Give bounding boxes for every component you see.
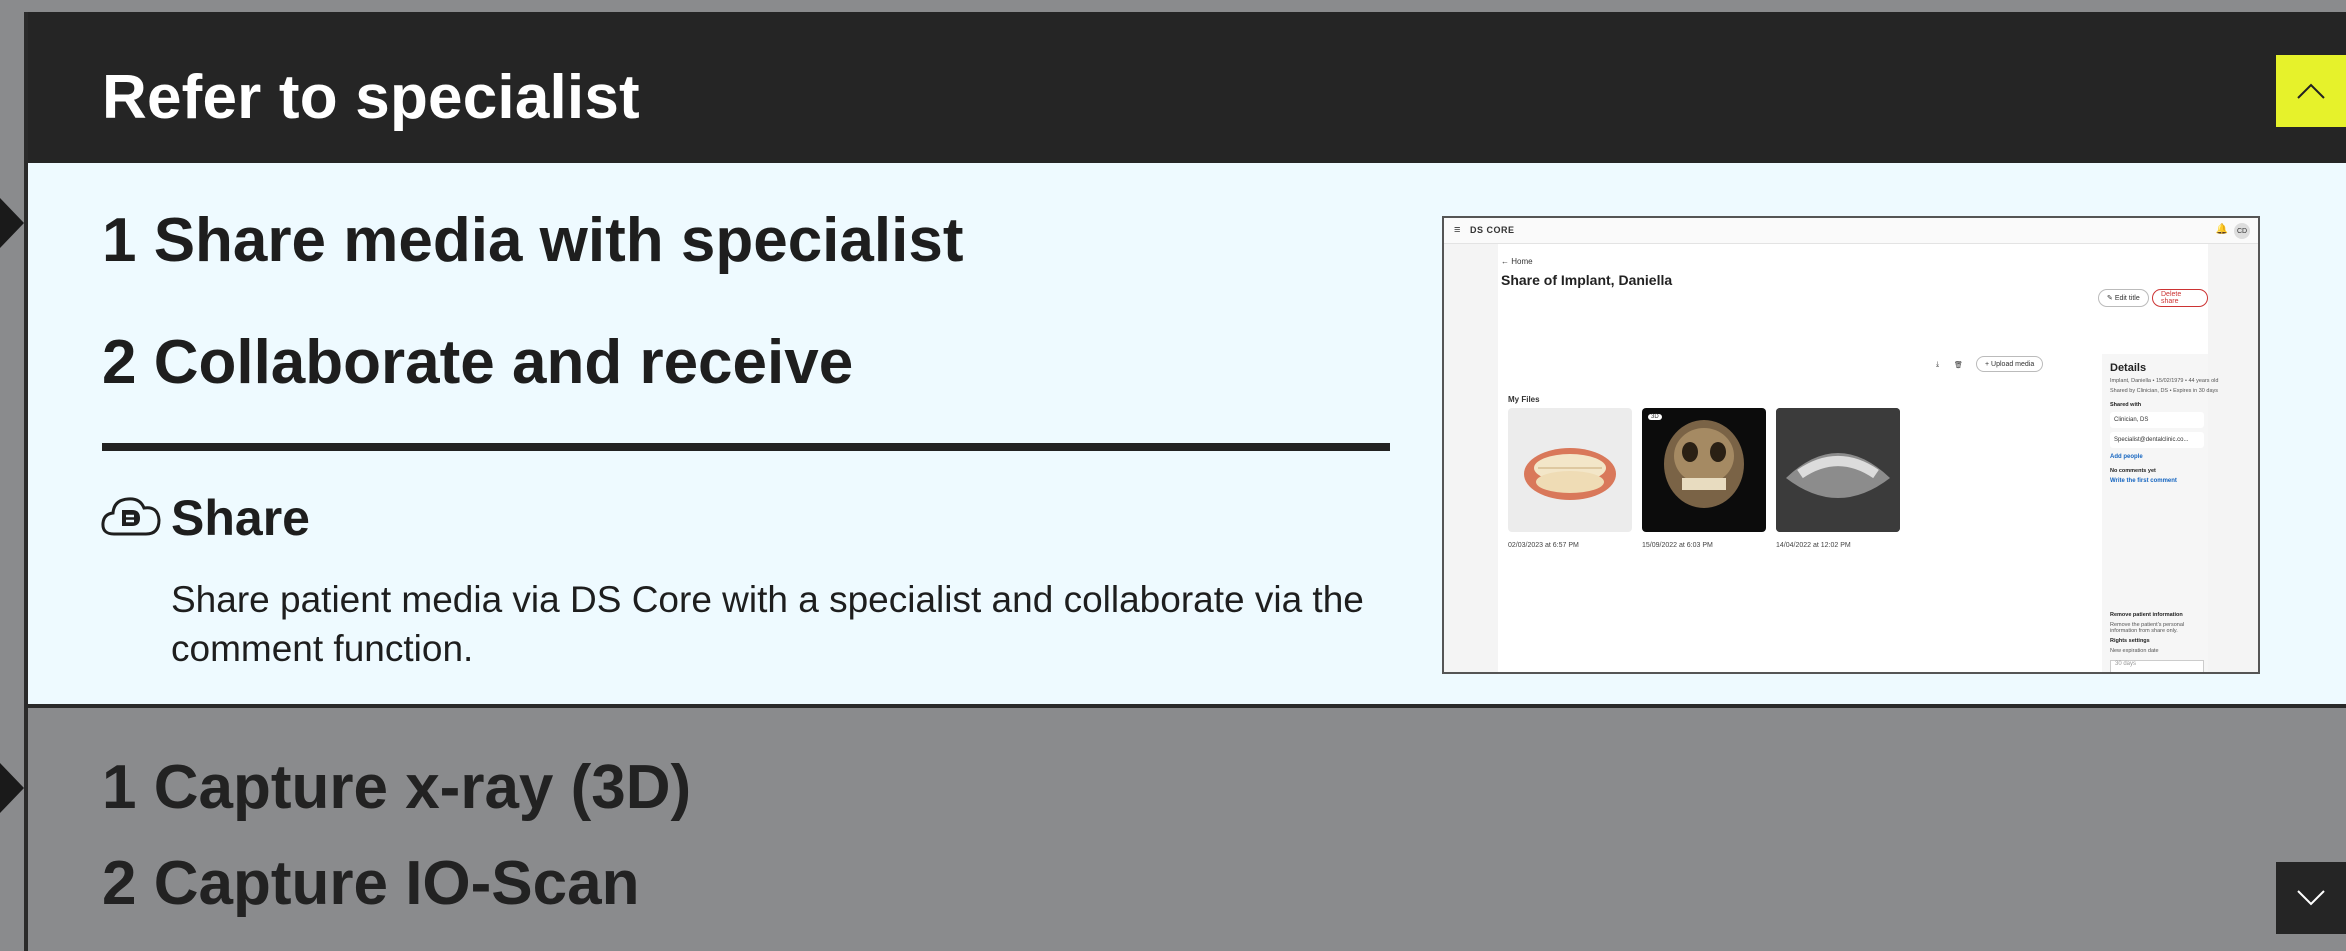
my-files-label: My Files <box>1508 395 1540 404</box>
remove-info-desc: Remove the patient's personal informatio… <box>2110 622 2185 634</box>
skull-3d-image <box>1664 420 1744 508</box>
patient-line: Implant, Daniella • 15/02/1979 • 44 year… <box>2110 378 2219 384</box>
details-sidebar: Details Implant, Daniella • 15/02/1979 •… <box>2102 354 2218 672</box>
upload-media-button: + Upload media <box>1976 356 2044 372</box>
date-3: 14/04/2022 at 12:02 PM <box>1776 542 1851 549</box>
active-step-marker <box>0 198 24 248</box>
preview-title: Share of Implant, Daniella <box>1501 272 1673 288</box>
date-1: 02/03/2023 at 6:57 PM <box>1508 542 1579 549</box>
step-capture-xray[interactable]: 1 Capture x-ray (3D) <box>102 752 691 823</box>
person-chip-2: Specialist@dentalclinic.co... <box>2110 432 2204 448</box>
avatar: CD <box>2234 223 2250 239</box>
thumb-ioscan <box>1508 408 1632 532</box>
back-label: Home <box>1511 257 1533 266</box>
expiration-label: New expiration date <box>2110 648 2159 654</box>
stage: Refer to specialist 1 Share media with s… <box>0 0 2346 951</box>
panoramic-xray-image <box>1776 408 1900 532</box>
preview-topbar: ≡ DS CORE 🔔 CD <box>1444 218 2258 244</box>
edit-title-label: Edit title <box>2114 294 2140 302</box>
shared-with-label: Shared with <box>2110 402 2142 408</box>
expand-button[interactable] <box>2276 862 2346 934</box>
collapse-button[interactable] <box>2276 55 2346 127</box>
3d-badge: 3D <box>1648 414 1662 420</box>
upload-label: Upload media <box>1991 360 2035 368</box>
ds-core-cloud-icon <box>101 497 161 536</box>
collapsed-step-marker <box>0 763 24 813</box>
step-collaborate[interactable]: 2 Collaborate and receive <box>102 327 853 398</box>
panel-divider <box>28 704 2346 708</box>
ds-core-screenshot: ≡ DS CORE 🔔 CD ← Home Share of Implant, … <box>1442 216 2260 674</box>
thumb-xray-pano <box>1776 408 1900 532</box>
section-title: Share <box>171 490 310 546</box>
remove-info-label: Remove patient information <box>2110 612 2183 618</box>
person-chip-1: Clinician, DS <box>2110 412 2204 428</box>
back-link: ← Home <box>1501 257 1533 266</box>
expiration-select: 30 days <box>2110 660 2204 672</box>
date-2: 15/09/2022 at 6:03 PM <box>1642 542 1713 549</box>
preview-page: ← Home Share of Implant, Daniella ✎ Edit… <box>1498 244 2218 672</box>
rights-label: Rights settings <box>2110 638 2150 644</box>
preview-brand: DS CORE <box>1470 225 1515 235</box>
bell-icon: 🔔 <box>2215 224 2228 235</box>
active-panel: 1 Share media with specialist 2 Collabor… <box>28 163 2346 704</box>
thumb-xray-3d: 3D <box>1642 408 1766 532</box>
trash-icon: 🗑 <box>1954 362 1963 369</box>
teeth-model-image <box>1524 448 1616 500</box>
download-icon: ⤓ <box>1936 361 1940 368</box>
shared-by-line: Shared by Clinician, DS • Expires in 30 … <box>2110 388 2219 394</box>
menu-icon: ≡ <box>1454 224 1461 236</box>
page-title: Refer to specialist <box>102 63 640 132</box>
step-share-media[interactable]: 1 Share media with specialist <box>102 205 963 276</box>
no-comments: No comments yet <box>2110 468 2156 474</box>
chevron-down-icon <box>2297 890 2325 906</box>
add-people-link: Add people <box>2110 454 2143 460</box>
accordion-header: Refer to specialist <box>28 12 2346 163</box>
write-comment-link: Write the first comment <box>2110 478 2177 484</box>
edit-title-button: ✎ Edit title <box>2098 289 2149 307</box>
chevron-up-icon <box>2297 83 2325 99</box>
step-capture-ioscan[interactable]: 2 Capture IO-Scan <box>102 848 639 919</box>
divider <box>102 443 1390 451</box>
details-title: Details <box>2110 362 2147 374</box>
section-description: Share patient media via DS Core with a s… <box>171 579 1364 669</box>
delete-share-button: Delete share <box>2152 289 2208 307</box>
